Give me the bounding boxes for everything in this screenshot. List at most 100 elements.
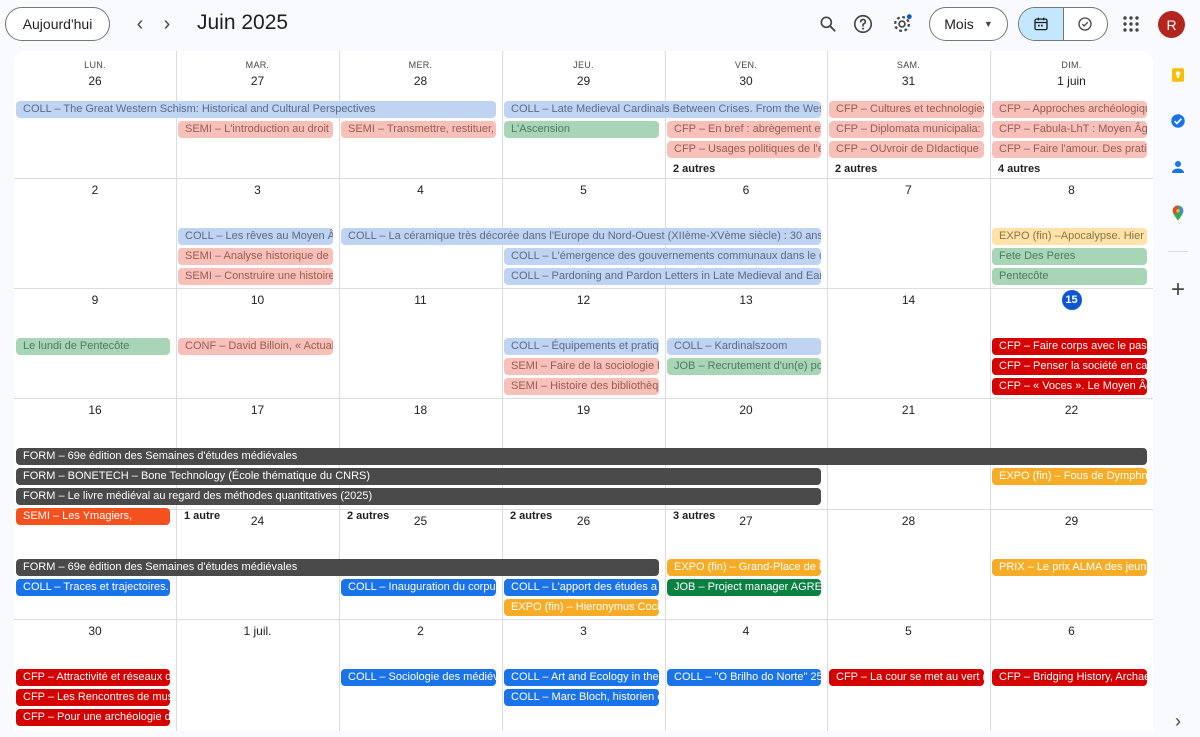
day-number[interactable]: 28 xyxy=(879,511,939,531)
day-number[interactable]: 3 xyxy=(554,621,614,641)
event-chip[interactable]: SEMI – Analyse historique de xyxy=(178,248,333,265)
event-chip[interactable]: COLL – Sociologie des médiév xyxy=(341,669,496,686)
event-chip[interactable]: EXPO (fin) – Hieronymus Cock xyxy=(504,599,659,616)
day-number[interactable]: 30 xyxy=(716,71,776,91)
event-chip[interactable]: CFP – Approches archéologiques xyxy=(992,101,1147,118)
day-number[interactable]: 27 xyxy=(228,71,288,91)
event-chip[interactable]: SEMI – Faire de la sociologie h xyxy=(504,358,659,375)
more-events-link[interactable]: 2 autres xyxy=(510,508,552,525)
calendar-view-icon[interactable] xyxy=(1019,8,1064,40)
more-events-link[interactable]: 2 autres xyxy=(347,508,389,525)
event-chip[interactable]: CFP – Faire l'amour. Des pratiques xyxy=(992,141,1147,158)
more-events-link[interactable]: 2 autres xyxy=(673,161,715,178)
event-chip[interactable]: COLL – Art and Ecology in the xyxy=(504,669,659,686)
event-chip[interactable]: COLL – Inauguration du corpus xyxy=(341,579,496,596)
event-chip[interactable]: EXPO (fin) – Grand-Place de B xyxy=(667,559,821,576)
day-number[interactable]: 8 xyxy=(1042,180,1102,200)
day-number[interactable]: 5 xyxy=(554,180,614,200)
day-number[interactable]: 1 juin xyxy=(1042,71,1102,91)
event-chip[interactable]: EXPO (fin) –Apocalypse. Hier et demain xyxy=(992,228,1147,245)
day-number[interactable]: 29 xyxy=(554,71,614,91)
event-chip[interactable]: CFP – Cultures et technologies xyxy=(829,101,984,118)
more-events-link[interactable]: 4 autres xyxy=(998,161,1040,178)
more-events-link[interactable]: 3 autres xyxy=(673,508,715,525)
expand-panel-icon[interactable]: › xyxy=(1166,709,1190,733)
event-chip[interactable]: COLL – Les rêves au Moyen Âge xyxy=(178,228,333,245)
event-chip[interactable]: Le lundi de Pentecôte xyxy=(16,338,170,355)
event-chip[interactable]: FORM – 69e édition des Semaines d'études… xyxy=(16,448,1147,465)
event-chip[interactable]: FORM – BONETECH – Bone Technology (École… xyxy=(16,468,821,485)
event-chip[interactable]: SEMI – Les Ymagiers, xyxy=(16,508,170,525)
event-chip[interactable]: COLL – Pardoning and Pardon Letters in L… xyxy=(504,268,821,285)
more-events-link[interactable]: 2 autres xyxy=(22,729,64,731)
day-number[interactable]: 9 xyxy=(65,290,125,310)
day-number[interactable]: 26 xyxy=(554,511,614,531)
event-chip[interactable]: L'Ascension xyxy=(504,121,659,138)
event-chip[interactable]: SEMI – Transmettre, restituer, xyxy=(341,121,496,138)
day-number[interactable]: 13 xyxy=(716,290,776,310)
add-icon[interactable]: + xyxy=(1166,276,1190,303)
apps-grid-icon[interactable] xyxy=(1117,10,1145,38)
day-number[interactable]: 17 xyxy=(228,400,288,420)
day-number[interactable]: 2 xyxy=(65,180,125,200)
help-icon[interactable] xyxy=(849,10,877,38)
more-events-link[interactable]: 1 autre xyxy=(184,508,220,525)
event-chip[interactable]: EXPO (fin) – Fous de Dymphne xyxy=(992,468,1147,485)
event-chip[interactable]: SEMI – Histoire des bibliothèq xyxy=(504,378,659,395)
event-chip[interactable]: CFP – Fabula-LhT : Moyen Âge xyxy=(992,121,1147,138)
day-number[interactable]: 11 xyxy=(391,290,451,310)
day-number[interactable]: 14 xyxy=(879,290,939,310)
day-number[interactable]: 18 xyxy=(391,400,451,420)
event-chip[interactable]: CFP – Pour une archéologie de xyxy=(16,709,170,726)
day-number[interactable]: 6 xyxy=(1042,621,1102,641)
today-day-number[interactable]: 15 xyxy=(1061,290,1082,310)
event-chip[interactable]: COLL – The Great Western Schism: Histori… xyxy=(16,101,496,118)
day-number[interactable]: 4 xyxy=(716,621,776,641)
event-chip[interactable]: COLL – Kardinalszoom xyxy=(667,338,821,355)
today-button[interactable]: Aujourd'hui xyxy=(5,7,110,41)
day-number[interactable]: 2 xyxy=(391,621,451,641)
event-chip[interactable]: CFP – Usages politiques de l'é xyxy=(667,141,821,158)
day-number[interactable]: 30 xyxy=(65,621,125,641)
event-chip[interactable]: FORM – 69e édition des Semaines d'études… xyxy=(16,559,659,576)
tasks-icon[interactable] xyxy=(1166,109,1190,133)
event-chip[interactable]: COLL – La céramique très décorée dans l'… xyxy=(341,228,821,245)
event-chip[interactable]: COLL – Équipements et pratiques xyxy=(504,338,659,355)
day-number[interactable]: 25 xyxy=(391,511,451,531)
event-chip[interactable]: CFP – Faire corps avec le passé xyxy=(992,338,1147,355)
event-chip[interactable]: COLL – Marc Bloch, historien e xyxy=(504,689,659,706)
keep-icon[interactable] xyxy=(1166,63,1190,87)
day-number[interactable]: 19 xyxy=(554,400,614,420)
user-avatar[interactable]: R xyxy=(1158,11,1185,38)
settings-icon[interactable] xyxy=(888,10,916,38)
day-number[interactable]: 31 xyxy=(879,71,939,91)
day-number[interactable]: 29 xyxy=(1042,511,1102,531)
day-number[interactable]: 5 xyxy=(879,621,939,641)
event-chip[interactable]: COLL – "O Brilho do Norte" 25 xyxy=(667,669,821,686)
event-chip[interactable]: CFP – OUvroir de DIdactique xyxy=(829,141,984,158)
event-chip[interactable]: Fete Des Peres xyxy=(992,248,1147,265)
event-chip[interactable]: COLL – Traces et trajectoires. xyxy=(16,579,170,596)
event-chip[interactable]: CFP – Bridging History, Archaeology xyxy=(992,669,1147,686)
day-number[interactable]: 4 xyxy=(391,180,451,200)
event-chip[interactable]: CFP – Les Rencontres de mus xyxy=(16,689,170,706)
event-chip[interactable]: JOB – Recrutement d'un(e) po xyxy=(667,358,821,375)
day-number[interactable]: 12 xyxy=(554,290,614,310)
event-chip[interactable]: CFP – Attractivité et réseaux d xyxy=(16,669,170,686)
view-selector[interactable]: Mois ▼ xyxy=(929,7,1008,41)
more-events-link[interactable]: 2 autres xyxy=(835,161,877,178)
day-number[interactable]: 28 xyxy=(391,71,451,91)
contacts-icon[interactable] xyxy=(1166,155,1190,179)
day-number[interactable]: 6 xyxy=(716,180,776,200)
event-chip[interactable]: COLL – L'apport des études a xyxy=(504,579,659,596)
next-period-icon[interactable]: › xyxy=(155,12,179,36)
day-number[interactable]: 3 xyxy=(228,180,288,200)
day-number[interactable]: 26 xyxy=(65,71,125,91)
day-number[interactable]: 24 xyxy=(228,511,288,531)
day-number[interactable]: 22 xyxy=(1042,400,1102,420)
search-icon[interactable] xyxy=(814,10,842,38)
event-chip[interactable]: PRIX – Le prix ALMA des jeunes xyxy=(992,559,1147,576)
day-number[interactable]: 21 xyxy=(879,400,939,420)
event-chip[interactable]: COLL – L'émergence des gouvernements com… xyxy=(504,248,821,265)
event-chip[interactable]: CFP – Penser la société en cat xyxy=(992,358,1147,375)
